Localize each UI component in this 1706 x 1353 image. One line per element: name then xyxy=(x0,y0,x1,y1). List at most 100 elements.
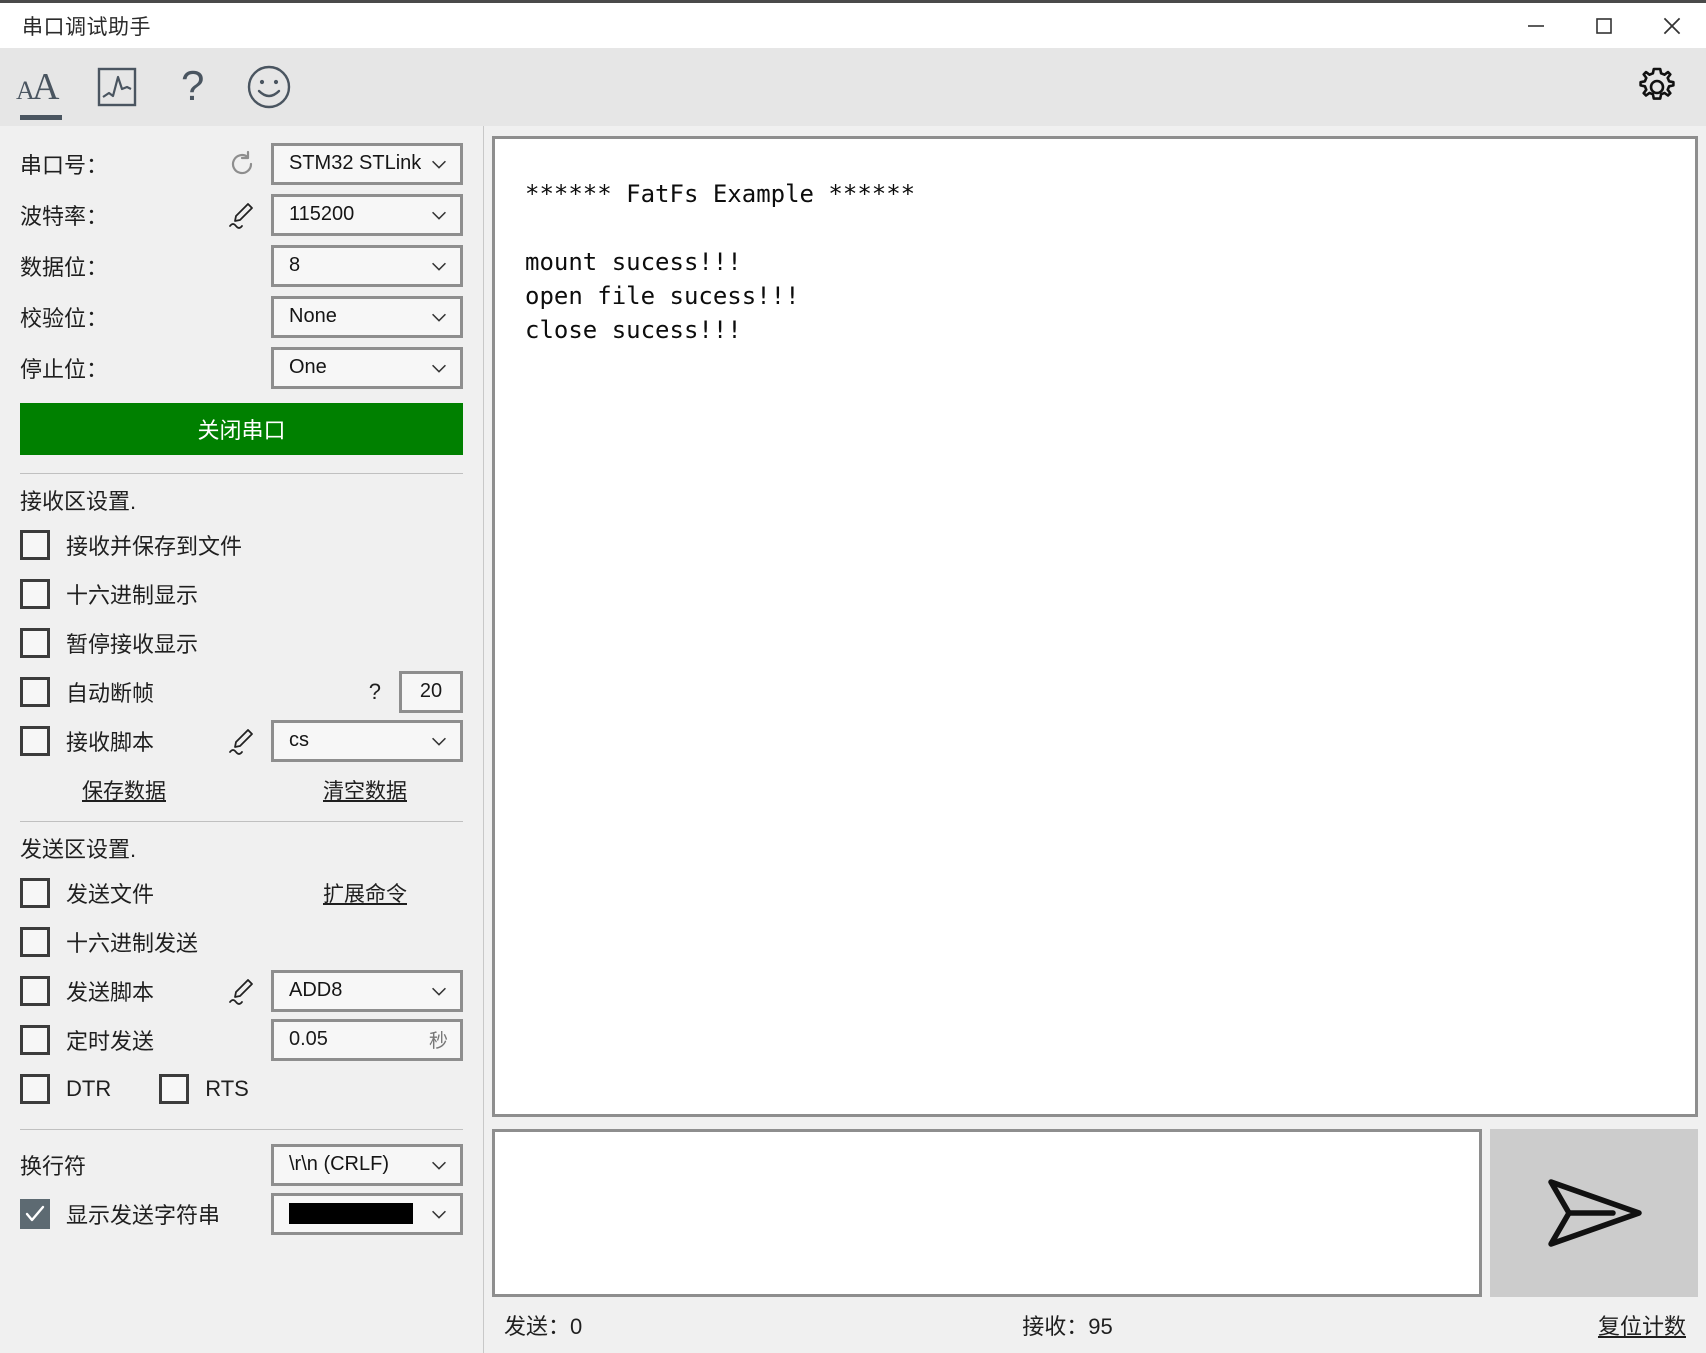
refresh-ports-button[interactable] xyxy=(225,147,259,181)
receive-pause-display-checkbox[interactable] xyxy=(20,627,50,658)
toolbar-about-button[interactable] xyxy=(238,52,300,122)
chevron-down-icon xyxy=(432,737,446,746)
auto-frame-row: 自动断帧 ? 20 xyxy=(20,667,463,716)
setting-row-stop-bits: 停止位： One xyxy=(20,342,463,393)
send-string-color-select[interactable] xyxy=(271,1192,463,1235)
svg-text:?: ? xyxy=(181,64,204,109)
send-button[interactable] xyxy=(1490,1129,1698,1297)
extend-command-link[interactable]: 扩展命令 xyxy=(323,878,407,908)
close-button[interactable] xyxy=(1638,3,1706,48)
send-hex-checkbox[interactable] xyxy=(20,926,50,957)
port-label: 串口号： xyxy=(20,152,109,178)
send-file-checkbox[interactable] xyxy=(20,877,50,908)
settings-gear-button[interactable] xyxy=(1626,56,1688,118)
send-script-value: ADD8 xyxy=(289,979,343,1001)
receive-hex-display-row[interactable]: 十六进制显示 xyxy=(20,569,463,618)
rts-checkbox[interactable] xyxy=(159,1073,190,1104)
dtr-label: DTR xyxy=(66,1075,112,1101)
chevron-down-icon xyxy=(432,211,446,220)
pen-edit-icon xyxy=(229,202,253,229)
baud-select[interactable]: 115200 xyxy=(271,193,463,236)
status-received: 接收：95 xyxy=(1022,1314,1113,1339)
auto-frame-checkbox[interactable] xyxy=(20,676,50,707)
send-paper-plane-icon xyxy=(1548,1179,1642,1247)
receive-terminal[interactable]: ****** FatFs Example ****** mount sucess… xyxy=(492,136,1698,1117)
reset-counters-link[interactable]: 复位计数 xyxy=(1598,1309,1686,1341)
stop-bits-label: 停止位： xyxy=(20,356,109,382)
main-area: ****** FatFs Example ****** mount sucess… xyxy=(484,126,1706,1353)
receive-script-select[interactable]: cs xyxy=(271,719,463,762)
auto-frame-help-icon[interactable]: ? xyxy=(369,679,381,705)
toolbar-text-mode-button[interactable]: A A xyxy=(10,52,72,122)
send-hex-label: 十六进制发送 xyxy=(66,930,199,956)
toolbar-help-button[interactable]: ? xyxy=(162,52,224,122)
send-script-label: 发送脚本 xyxy=(66,979,155,1005)
setting-row-data-bits: 数据位： 8 xyxy=(20,240,463,291)
show-send-string-checkbox[interactable] xyxy=(20,1198,50,1229)
edit-send-script-button[interactable] xyxy=(225,974,259,1008)
parity-label: 校验位： xyxy=(20,305,109,331)
timed-send-checkbox[interactable] xyxy=(20,1024,50,1055)
main-toolbar: A A ? xyxy=(0,48,1706,126)
color-swatch xyxy=(289,1203,413,1224)
send-hex-row[interactable]: 十六进制发送 xyxy=(20,917,463,966)
toolbar-buttons: A A ? xyxy=(10,48,300,126)
receive-section-title: 接收区设置. xyxy=(20,489,137,514)
window-controls xyxy=(1502,3,1706,48)
gear-icon xyxy=(1639,67,1675,100)
pen-edit-icon xyxy=(229,728,253,755)
send-script-checkbox[interactable] xyxy=(20,975,50,1006)
edit-receive-script-button[interactable] xyxy=(225,724,259,758)
receive-save-to-file-checkbox[interactable] xyxy=(20,529,50,560)
receive-script-label: 接收脚本 xyxy=(66,729,155,755)
receive-script-checkbox[interactable] xyxy=(20,725,50,756)
send-file-label: 发送文件 xyxy=(66,881,155,907)
toggle-port-button[interactable]: 关闭串口 xyxy=(20,403,463,455)
window-title: 串口调试助手 xyxy=(22,15,151,39)
chevron-down-icon xyxy=(432,1210,446,1219)
timed-send-input[interactable]: 0.05 秒 xyxy=(271,1018,463,1061)
settings-sidebar: 串口号： STM32 STLink 波特率： 115200 数据位： 8 校验位… xyxy=(0,126,484,1353)
chevron-down-icon xyxy=(432,160,446,169)
minimize-button[interactable] xyxy=(1502,3,1570,48)
send-script-select[interactable]: ADD8 xyxy=(271,969,463,1012)
newline-select[interactable]: \r\n (CRLF) xyxy=(271,1143,463,1186)
stop-bits-select[interactable]: One xyxy=(271,346,463,389)
chevron-down-icon xyxy=(432,313,446,322)
divider-line-settings xyxy=(20,1129,463,1130)
newline-row: 换行符 \r\n (CRLF) xyxy=(20,1140,463,1189)
parity-select[interactable]: None xyxy=(271,295,463,338)
auto-frame-input[interactable]: 20 xyxy=(399,670,463,713)
receive-hex-display-checkbox[interactable] xyxy=(20,578,50,609)
port-value: STM32 STLink xyxy=(289,152,422,174)
data-bits-label: 数据位： xyxy=(20,254,109,280)
clear-data-link[interactable]: 清空数据 xyxy=(323,775,407,805)
data-bits-value: 8 xyxy=(289,254,301,276)
newline-label: 换行符 xyxy=(20,1153,87,1179)
edit-baud-button[interactable] xyxy=(225,198,259,232)
timed-send-unit: 秒 xyxy=(428,1031,448,1052)
timed-send-row: 定时发送 0.05 秒 xyxy=(20,1015,463,1064)
data-bits-select[interactable]: 8 xyxy=(271,244,463,287)
body-area: 串口号： STM32 STLink 波特率： 115200 数据位： 8 校验位… xyxy=(0,126,1706,1353)
setting-row-parity: 校验位： None xyxy=(20,291,463,342)
receive-pause-display-label: 暂停接收显示 xyxy=(66,631,199,657)
chevron-down-icon xyxy=(432,364,446,373)
send-file-row: 发送文件 扩展命令 xyxy=(20,868,463,917)
maximize-button[interactable] xyxy=(1570,3,1638,48)
pen-edit-icon xyxy=(229,978,253,1005)
toolbar-waveform-button[interactable] xyxy=(86,52,148,122)
refresh-icon xyxy=(231,150,253,174)
checkmark-icon xyxy=(25,1205,45,1221)
timed-send-label: 定时发送 xyxy=(66,1028,155,1054)
receive-pause-display-row[interactable]: 暂停接收显示 xyxy=(20,618,463,667)
save-data-link[interactable]: 保存数据 xyxy=(82,775,166,805)
chevron-down-icon xyxy=(432,987,446,996)
receive-save-to-file-row[interactable]: 接收并保存到文件 xyxy=(20,520,463,569)
chevron-down-icon xyxy=(432,262,446,271)
send-input[interactable] xyxy=(492,1129,1482,1297)
port-select[interactable]: STM32 STLink xyxy=(271,142,463,185)
timed-send-value: 0.05 xyxy=(289,1028,328,1050)
send-row xyxy=(492,1129,1698,1297)
dtr-checkbox[interactable] xyxy=(20,1073,50,1104)
